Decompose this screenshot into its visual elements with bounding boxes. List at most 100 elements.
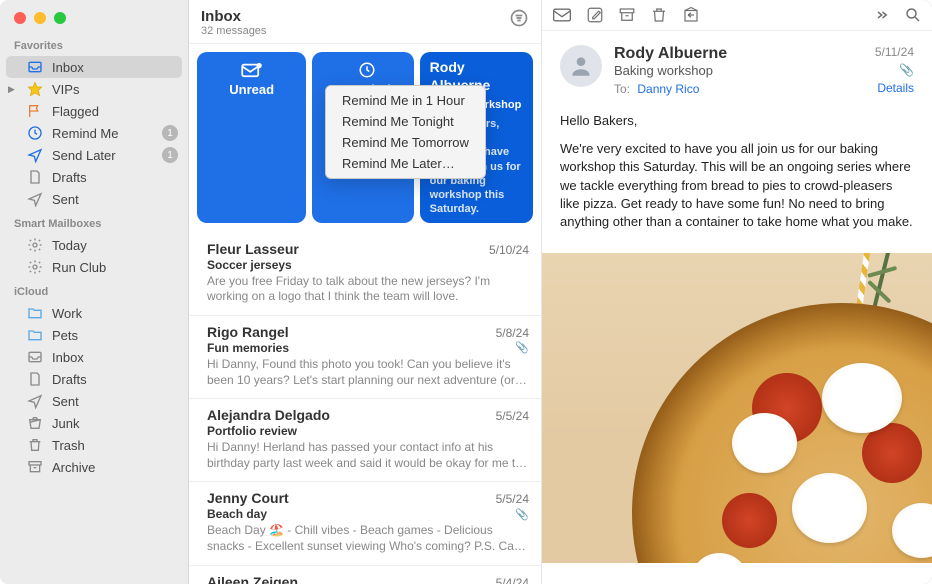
sidebar-item-label: Inbox bbox=[52, 350, 178, 365]
message-preview: Hi Danny, Found this photo you took! Can… bbox=[207, 357, 529, 388]
chip-label: Unread bbox=[229, 82, 274, 97]
sidebar-item-label: Archive bbox=[52, 460, 178, 475]
to-label: To: bbox=[614, 82, 630, 96]
search-button[interactable] bbox=[904, 6, 922, 24]
sidebar-item-trash[interactable]: Trash bbox=[0, 434, 188, 456]
close-window-button[interactable] bbox=[14, 12, 26, 24]
paperplane-icon bbox=[26, 393, 44, 409]
trash-icon bbox=[26, 437, 44, 453]
sidebar-item-label: Today bbox=[52, 238, 178, 253]
sidebar-item-vips[interactable]: ▶ VIPs bbox=[0, 78, 188, 100]
sidebar-item-pets[interactable]: Pets bbox=[0, 324, 188, 346]
new-message-button[interactable] bbox=[552, 6, 572, 24]
menu-item-remind-later[interactable]: Remind Me Later… bbox=[326, 153, 485, 174]
sidebar-item-label: Inbox bbox=[52, 60, 172, 75]
sidebar-item-icloud-inbox[interactable]: Inbox bbox=[0, 346, 188, 368]
folder-icon bbox=[26, 305, 44, 321]
flag-icon bbox=[26, 103, 44, 119]
disclosure-icon[interactable]: ▶ bbox=[8, 84, 15, 95]
avatar bbox=[560, 45, 602, 87]
message-date: 5/5/24 bbox=[496, 409, 529, 423]
message-subject: Fun memories bbox=[207, 341, 289, 355]
toolbar bbox=[542, 0, 932, 31]
mailbox-title: Inbox bbox=[201, 8, 266, 25]
filter-chip-unread[interactable]: Unread bbox=[197, 52, 306, 223]
junk-icon bbox=[26, 415, 44, 431]
message-subject: Beach day bbox=[207, 507, 267, 521]
sidebar-item-flagged[interactable]: Flagged bbox=[0, 100, 188, 122]
sidebar-item-label: Sent bbox=[52, 192, 178, 207]
message-count: 32 messages bbox=[201, 25, 266, 37]
remind-me-context-menu: Remind Me in 1 Hour Remind Me Tonight Re… bbox=[325, 85, 486, 179]
message-body: Hello Bakers, We're very excited to have… bbox=[542, 106, 932, 253]
menu-item-remind-tomorrow[interactable]: Remind Me Tomorrow bbox=[326, 132, 485, 153]
sidebar-item-archive[interactable]: Archive bbox=[0, 456, 188, 478]
message-from: Fleur Lasseur bbox=[207, 241, 299, 257]
count-badge: 1 bbox=[162, 125, 178, 141]
sidebar-item-label: Run Club bbox=[52, 260, 178, 275]
message-item[interactable]: Fleur Lasseur 5/10/24 Soccer jerseys Are… bbox=[189, 233, 541, 316]
reading-pane: Rody Albuerne Baking workshop To: Danny … bbox=[542, 0, 932, 584]
to-value[interactable]: Danny Rico bbox=[637, 82, 699, 96]
paperplane-icon bbox=[26, 191, 44, 207]
message-item[interactable]: Alejandra Delgado 5/5/24 Portfolio revie… bbox=[189, 399, 541, 482]
junk-button[interactable] bbox=[682, 6, 700, 24]
sidebar-item-label: Sent bbox=[52, 394, 178, 409]
count-badge: 1 bbox=[162, 147, 178, 163]
message-item[interactable]: Rigo Rangel 5/8/24 Fun memories 📎 Hi Dann… bbox=[189, 316, 541, 399]
message-date: 5/8/24 bbox=[496, 326, 529, 340]
message-subject: Soccer jerseys bbox=[207, 258, 292, 272]
sidebar-item-run-club[interactable]: Run Club bbox=[0, 256, 188, 278]
message-item[interactable]: Aileen Zeigen 5/4/24 5K training Hey Dan… bbox=[189, 566, 541, 584]
more-button[interactable] bbox=[872, 6, 890, 24]
compose-button[interactable] bbox=[586, 6, 604, 24]
sidebar-item-icloud-drafts[interactable]: Drafts bbox=[0, 368, 188, 390]
header-date: 5/11/24 bbox=[875, 45, 914, 59]
maximize-window-button[interactable] bbox=[54, 12, 66, 24]
delete-button[interactable] bbox=[650, 6, 668, 24]
message-from: Rigo Rangel bbox=[207, 324, 289, 340]
message-preview: Beach Day 🏖️ - Chill vibes - Beach games… bbox=[207, 523, 529, 554]
message-date: 5/5/24 bbox=[496, 492, 529, 506]
sidebar-item-label: Flagged bbox=[52, 104, 178, 119]
message-date: 5/4/24 bbox=[496, 576, 529, 584]
gear-icon bbox=[26, 237, 44, 253]
sidebar-section-icloud: iCloud bbox=[0, 278, 188, 302]
attachment-image[interactable] bbox=[542, 253, 932, 563]
app-window: Favorites Inbox ▶ VIPs Flagged Remind M bbox=[0, 0, 932, 584]
sidebar-item-work[interactable]: Work bbox=[0, 302, 188, 324]
sidebar-item-send-later[interactable]: Send Later 1 bbox=[0, 144, 188, 166]
message-from: Aileen Zeigen bbox=[207, 574, 298, 584]
archive-button[interactable] bbox=[618, 6, 636, 24]
sidebar-item-label: Drafts bbox=[52, 372, 178, 387]
filter-button[interactable] bbox=[509, 8, 529, 28]
message-preview: Are you free Friday to talk about the ne… bbox=[207, 274, 529, 305]
sidebar-item-label: Drafts bbox=[52, 170, 178, 185]
send-later-icon bbox=[26, 147, 44, 163]
header-subject: Baking workshop bbox=[614, 63, 863, 78]
sidebar-item-label: Remind Me bbox=[52, 126, 154, 141]
star-icon bbox=[26, 81, 44, 97]
sidebar-item-today[interactable]: Today bbox=[0, 234, 188, 256]
menu-item-remind-1hour[interactable]: Remind Me in 1 Hour bbox=[326, 90, 485, 111]
sidebar-item-label: Junk bbox=[52, 416, 178, 431]
clock-icon bbox=[358, 62, 376, 78]
sidebar-item-junk[interactable]: Junk bbox=[0, 412, 188, 434]
sidebar: Favorites Inbox ▶ VIPs Flagged Remind M bbox=[0, 0, 189, 584]
archive-icon bbox=[26, 459, 44, 475]
attachment-icon: 📎 bbox=[515, 341, 529, 354]
sidebar-item-drafts[interactable]: Drafts bbox=[0, 166, 188, 188]
menu-item-remind-tonight[interactable]: Remind Me Tonight bbox=[326, 111, 485, 132]
folder-icon bbox=[26, 327, 44, 343]
minimize-window-button[interactable] bbox=[34, 12, 46, 24]
sidebar-item-inbox[interactable]: Inbox bbox=[6, 56, 182, 78]
sidebar-item-label: VIPs bbox=[52, 82, 178, 97]
sidebar-item-icloud-sent[interactable]: Sent bbox=[0, 390, 188, 412]
sidebar-item-remind-me[interactable]: Remind Me 1 bbox=[0, 122, 188, 144]
message-item[interactable]: Jenny Court 5/5/24 Beach day📎 Beach Day … bbox=[189, 482, 541, 565]
details-link[interactable]: Details bbox=[877, 81, 914, 95]
sidebar-item-label: Send Later bbox=[52, 148, 154, 163]
inbox-icon bbox=[26, 59, 44, 75]
sidebar-item-sent[interactable]: Sent bbox=[0, 188, 188, 210]
clock-icon bbox=[26, 125, 44, 141]
